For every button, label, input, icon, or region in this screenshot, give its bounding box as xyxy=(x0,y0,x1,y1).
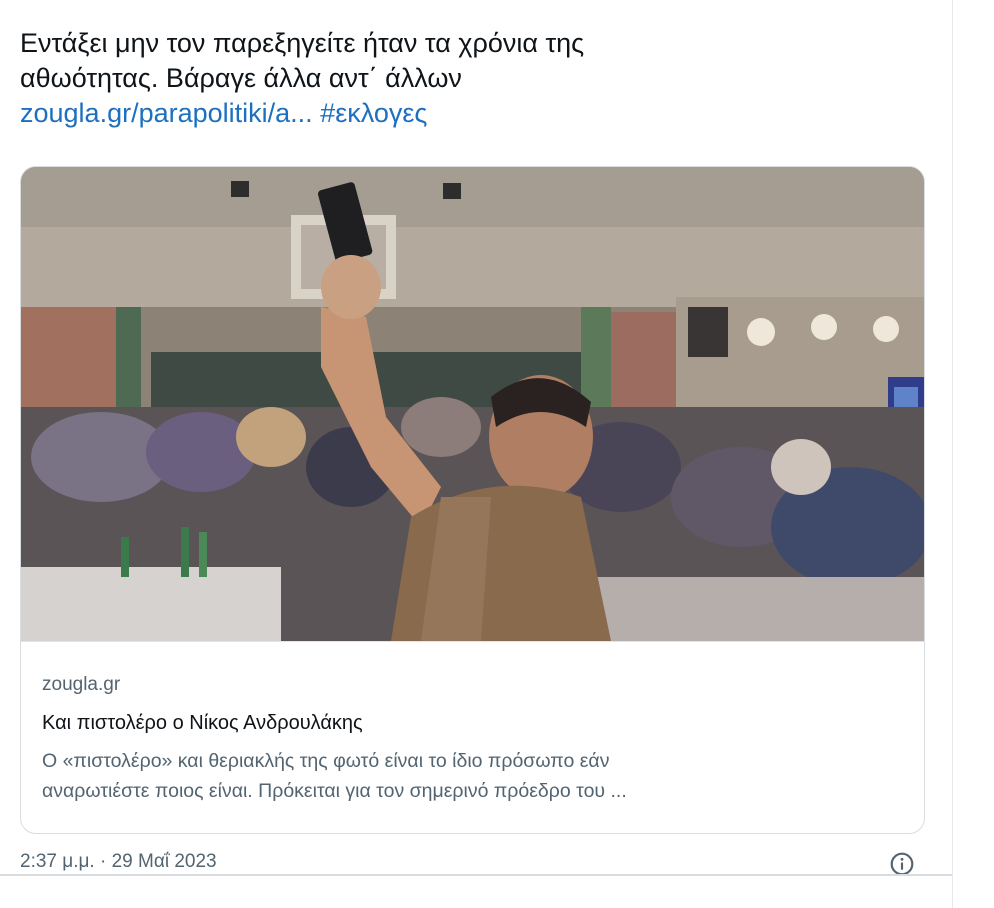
card-meta: zougla.gr Και πιστολέρο ο Νίκος Ανδρουλά… xyxy=(21,641,924,833)
tweet-links-line: zougla.gr/parapolitiki/a... #εκλογες xyxy=(20,96,920,131)
tweet-text-line-2: αθωότητας. Βάραγε άλλα αντ΄ άλλων xyxy=(20,63,462,93)
link-preview-card[interactable]: zougla.gr Και πιστολέρο ο Νίκος Ανδρουλά… xyxy=(20,166,925,834)
card-title: Και πιστολέρο ο Νίκος Ανδρουλάκης xyxy=(42,712,363,734)
card-description-line-1: Ο «πιστολέρο» και θεριακλής της φωτό είν… xyxy=(42,750,610,772)
tweet-url-link[interactable]: zougla.gr/parapolitiki/a... xyxy=(20,98,313,128)
card-image[interactable] xyxy=(21,167,924,641)
card-domain: zougla.gr xyxy=(42,674,121,695)
tweet-text: Εντάξει μην τον παρεξηγείτε ήταν τα χρόν… xyxy=(20,26,920,131)
party-photo-image xyxy=(21,167,924,641)
tweet-detail: Εντάξει μην τον παρεξηγείτε ήταν τα χρόν… xyxy=(0,0,994,908)
column-border xyxy=(952,0,953,908)
hashtag-link[interactable]: #εκλογες xyxy=(320,98,427,128)
divider xyxy=(0,874,952,876)
card-description-line-2: αναρωτιέστε ποιος είναι. Πρόκειται για τ… xyxy=(42,780,627,802)
card-description: Ο «πιστολέρο» και θεριακλής της φωτό είν… xyxy=(42,746,902,806)
tweet-timestamp[interactable]: 2:37 μ.μ. · 29 Μαΐ 2023 xyxy=(20,851,217,873)
tweet-text-line-1: Εντάξει μην τον παρεξηγείτε ήταν τα χρόν… xyxy=(20,28,585,58)
